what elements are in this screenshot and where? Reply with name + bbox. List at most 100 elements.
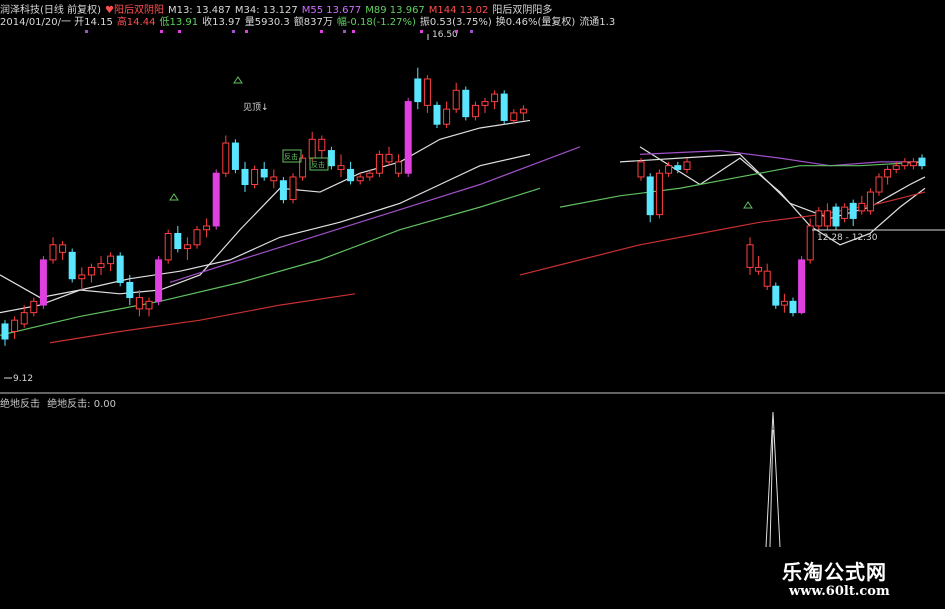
candle [385,153,393,163]
candle [145,300,153,310]
candle [462,89,470,118]
candle [87,266,95,276]
watermark-url: www.60lt.com [789,584,890,599]
candle [637,161,645,178]
signal-dot-8 [455,30,458,33]
candle [772,285,780,306]
jianding-label: 见顶↓ [243,102,269,113]
signal-dot-0 [85,30,88,33]
candle [59,244,67,253]
stock-chart-screen: 润泽科技(日线 前复权) ♥阳后双阴阳 M13: 13.487 M34: 13.127… [0,0,945,609]
candle [823,210,831,227]
candle [519,108,527,114]
candle [841,206,849,219]
candle [183,244,191,250]
signal-dot-3 [232,30,235,33]
candle [481,101,489,106]
indicator-name: 绝地反击 [0,399,40,410]
candle [452,89,460,110]
candle [222,142,230,174]
candle [1,323,9,340]
candle [918,157,926,167]
signal-dot-6 [343,30,346,33]
candle [755,266,763,272]
annotation-marks: 16.509.12见顶↓12.28 - 12.30反击反击 [4,30,945,384]
candle [471,104,479,118]
candlestick-chart[interactable]: 16.509.12见顶↓12.28 - 12.30反击反击 [0,0,945,609]
signal-dot-4 [245,30,248,33]
candle [260,168,268,178]
candle [193,229,201,246]
candle [892,165,900,170]
candle [356,176,364,182]
candle [443,108,451,125]
candle [875,176,883,193]
candle [97,263,105,268]
signal-dot-9 [470,30,473,33]
watermark-title: 乐淘公式网 [782,560,887,584]
candle [423,78,431,106]
candle [39,259,47,306]
range-label: 12.28 - 12.30 [817,233,878,243]
signal-arrow-2 [743,201,753,209]
candle [212,172,220,227]
candle [155,259,163,302]
indicator-panel [765,411,781,548]
indicator-value-label: 绝地反击: 0.00 [47,399,117,410]
candle [135,297,143,310]
candle [116,255,124,283]
candle [327,150,335,167]
candle [11,319,19,332]
candle [433,104,441,125]
candle [866,191,874,212]
low-price-label: 9.12 [13,374,33,384]
candle [231,142,239,170]
signal-dot-7 [352,30,355,33]
candle [279,180,287,201]
candle [30,300,38,314]
candle [289,176,297,201]
candle [20,312,28,325]
candle [337,165,345,170]
signal-dot-1 [160,30,163,33]
candle [646,176,654,216]
ma55-line-left [169,146,581,284]
fan-label-1: 反击 [284,152,298,161]
candle [203,225,211,231]
candle [68,251,76,280]
candle [491,93,499,103]
candle [901,161,909,167]
candle [858,202,866,212]
candle [174,232,182,250]
moving-average-lines [0,119,926,344]
candle [780,300,788,306]
ma144-line-left [49,293,356,344]
candle [500,93,508,121]
candle [308,138,316,159]
candle [164,232,172,261]
candle [832,206,840,227]
candle [798,259,806,314]
signal-dot-10 [420,30,423,33]
candle [241,168,249,186]
candle [78,274,86,280]
candle [404,101,412,174]
candle [395,161,403,174]
ma89-line-left [0,187,541,336]
candle [674,165,682,170]
signal-dot-5 [320,30,323,33]
candle [909,161,917,167]
candles [1,67,926,346]
candle [375,153,383,174]
candle [126,281,134,299]
candle [510,112,518,121]
candle [815,210,823,227]
candle [746,244,754,268]
candle [789,300,797,314]
candle [806,225,814,261]
ma13-line-left [0,119,531,314]
candle [665,165,673,174]
signal-arrow-0 [233,76,243,84]
candle [884,168,892,178]
candle [414,78,422,103]
